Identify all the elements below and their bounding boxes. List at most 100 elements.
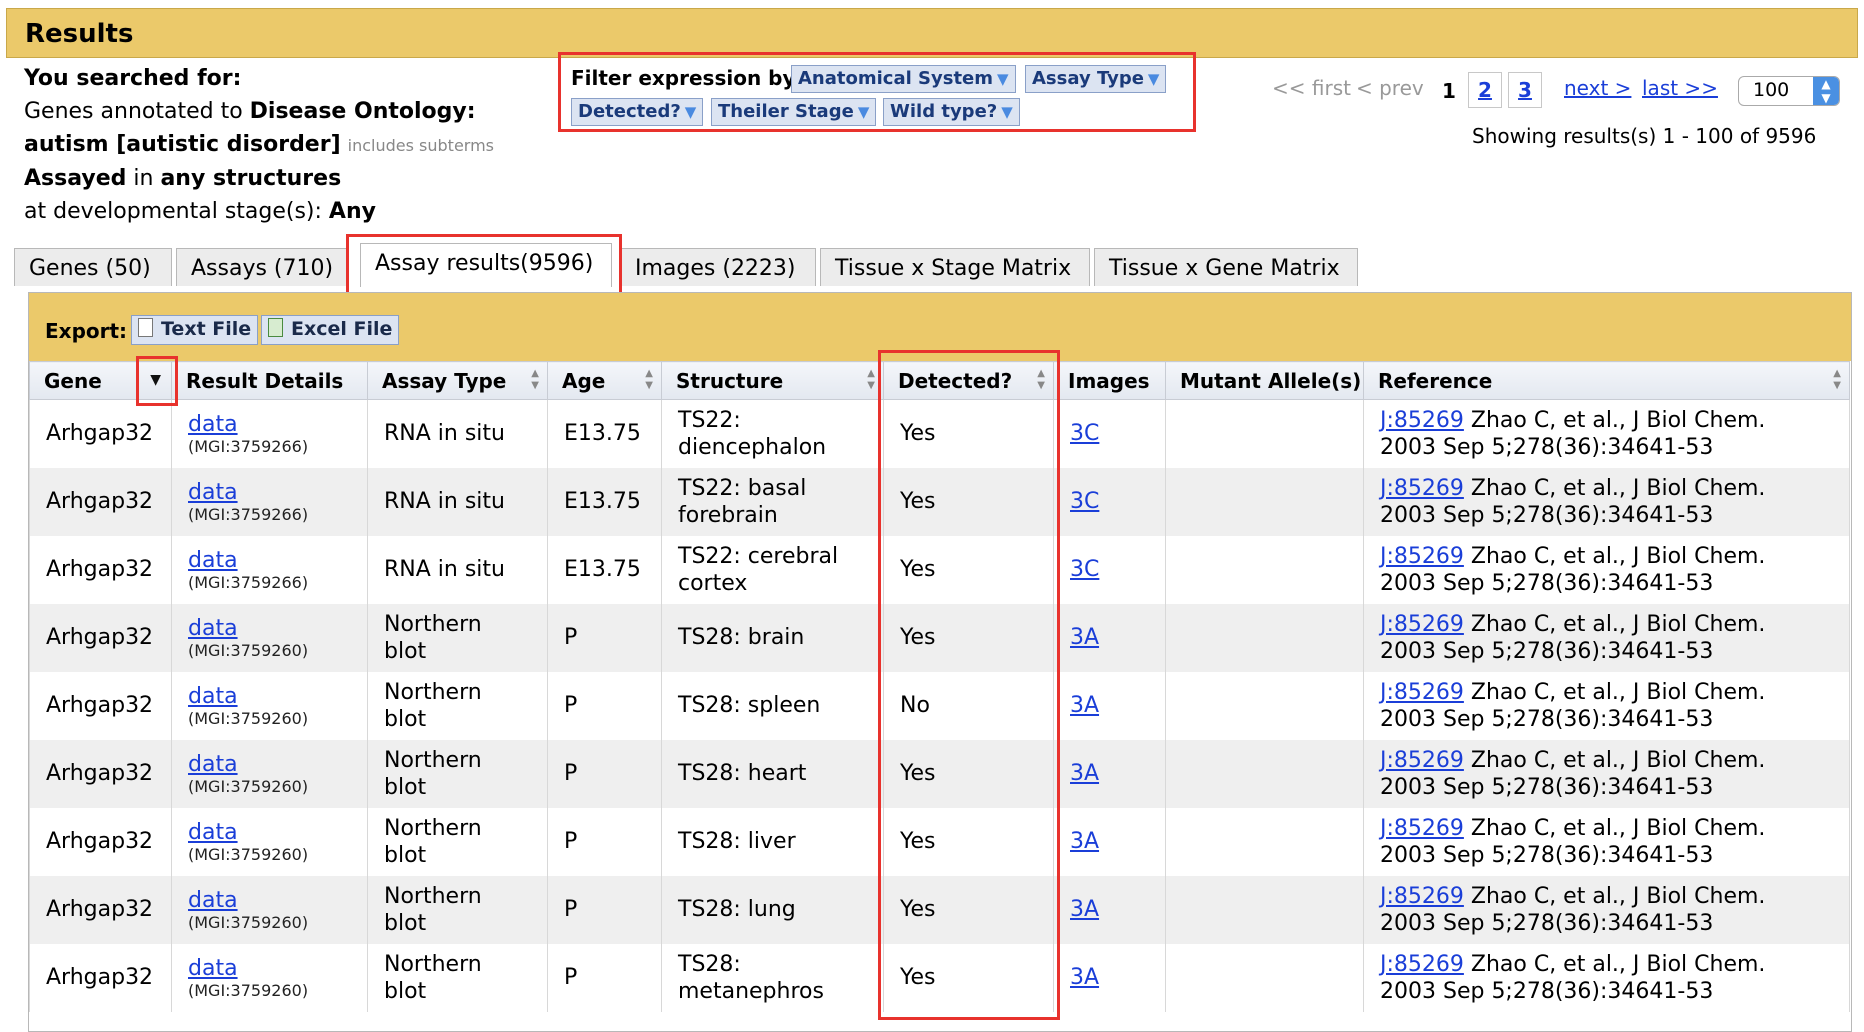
search-assayed: Assayed: [24, 166, 127, 191]
result-data-link[interactable]: data: [188, 820, 238, 845]
reference-citation-line2: 2003 Sep 5;278(36):34641-53: [1380, 842, 1714, 868]
reference-link[interactable]: J:85269: [1380, 476, 1464, 501]
export-excel-file-button[interactable]: Excel File: [261, 315, 400, 345]
structure-line1: TS28: heart: [678, 761, 807, 786]
cell-assay-type: Northern blot: [367, 875, 548, 944]
col-header-label: Result Details: [186, 368, 344, 393]
pager-prev[interactable]: < prev: [1356, 76, 1424, 100]
image-link[interactable]: 3C: [1070, 421, 1099, 446]
sort-icon[interactable]: ▲ ▼: [531, 368, 539, 392]
cell-images: 3C: [1053, 399, 1166, 468]
sort-icon[interactable]: ▲ ▼: [645, 368, 653, 392]
cell-images: 3A: [1053, 739, 1166, 808]
age-value: P: [564, 693, 578, 718]
cell-age: P: [547, 671, 662, 740]
image-link[interactable]: 3A: [1070, 625, 1099, 650]
reference-link[interactable]: J:85269: [1380, 612, 1464, 637]
cell-assay-type: Northern blot: [367, 739, 548, 808]
tab-assays[interactable]: Assays (710): [176, 248, 348, 286]
assay-type-line1: Northern: [384, 679, 482, 705]
assay-type-line1: Northern: [384, 883, 482, 909]
image-link[interactable]: 3A: [1070, 829, 1099, 854]
cell-assay-type: Northern blot: [367, 671, 548, 740]
filter-anatomical-system-button[interactable]: Anatomical System ▼: [791, 65, 1016, 93]
assay-type-line1: Northern: [384, 951, 482, 977]
cell-age: E13.75: [547, 399, 662, 468]
reference-link[interactable]: J:85269: [1380, 884, 1464, 909]
result-data-link[interactable]: data: [188, 412, 238, 437]
filter-icon: ▼: [857, 103, 870, 121]
cell-gene: Arhgap32: [29, 943, 172, 1012]
filter-wild-type-button[interactable]: Wild type? ▼: [883, 98, 1020, 126]
page-size-select[interactable]: 100 ▲ ▼: [1738, 76, 1840, 106]
structure-line1: TS28:: [678, 951, 741, 977]
cell-result-details: data (MGI:3759260): [171, 875, 368, 944]
image-link[interactable]: 3A: [1070, 693, 1099, 718]
sort-icon[interactable]: ▲ ▼: [1833, 368, 1841, 392]
pager-page-2[interactable]: 2: [1468, 72, 1502, 108]
tab-genes[interactable]: Genes (50): [14, 248, 172, 286]
result-data-link[interactable]: data: [188, 888, 238, 913]
reference-link[interactable]: J:85269: [1380, 408, 1464, 433]
cell-assay-type: Northern blot: [367, 603, 548, 672]
export-text-file-button[interactable]: Text File: [131, 315, 259, 345]
cell-result-details: data (MGI:3759260): [171, 603, 368, 672]
pager-last[interactable]: last >>: [1642, 76, 1718, 100]
reference-link[interactable]: J:85269: [1380, 952, 1464, 977]
col-header-label: Images: [1068, 368, 1150, 393]
col-header-age[interactable]: Age ▲ ▼: [547, 361, 662, 400]
tab-tissue-stage-matrix[interactable]: Tissue x Stage Matrix: [820, 248, 1090, 286]
pager-page-3[interactable]: 3: [1508, 72, 1542, 108]
col-header-structure[interactable]: Structure ▲ ▼: [661, 361, 884, 400]
cell-structure: TS28: liver: [661, 807, 884, 876]
search-term: autism [autistic disorder]: [24, 132, 341, 157]
reference-link[interactable]: J:85269: [1380, 816, 1464, 841]
col-header-assay-type[interactable]: Assay Type ▲ ▼: [367, 361, 548, 400]
results-header: Results: [6, 8, 1858, 58]
cell-structure: TS28: lung: [661, 875, 884, 944]
filter-button-label: Anatomical System: [798, 68, 994, 89]
tab-images[interactable]: Images (2223): [620, 248, 816, 286]
sort-icon[interactable]: ▲ ▼: [867, 368, 875, 392]
gene-symbol: Arhgap32: [46, 761, 154, 786]
cell-assay-type: Northern blot: [367, 943, 548, 1012]
image-link[interactable]: 3C: [1070, 489, 1099, 514]
result-data-link[interactable]: data: [188, 548, 238, 573]
age-value: E13.75: [564, 489, 641, 514]
assay-type-line2: blot: [384, 910, 427, 936]
age-value: E13.75: [564, 421, 641, 447]
result-data-link[interactable]: data: [188, 684, 238, 709]
image-link[interactable]: 3C: [1070, 557, 1099, 582]
filter-icon: ▼: [1147, 70, 1160, 88]
cell-images: 3A: [1053, 943, 1166, 1012]
result-data-link[interactable]: data: [188, 616, 238, 641]
reference-link[interactable]: J:85269: [1380, 680, 1464, 705]
filter-detected-button[interactable]: Detected? ▼: [571, 98, 704, 126]
cell-result-details: data (MGI:3759260): [171, 739, 368, 808]
cell-images: 3A: [1053, 875, 1166, 944]
reference-citation: Zhao C, et al., J Biol Chem.: [1463, 475, 1766, 501]
result-data-link[interactable]: data: [188, 752, 238, 777]
filter-theiler-stage-button[interactable]: Theiler Stage ▼: [711, 98, 877, 126]
cell-structure: TS28: brain: [661, 603, 884, 672]
age-value: P: [564, 965, 578, 990]
cell-mutant-alleles: [1165, 739, 1364, 808]
reference-link[interactable]: J:85269: [1380, 544, 1464, 569]
pager-next[interactable]: next >: [1564, 76, 1631, 100]
reference-link[interactable]: J:85269: [1380, 748, 1464, 773]
age-value: E13.75: [564, 557, 641, 582]
image-link[interactable]: 3A: [1070, 761, 1099, 786]
tab-tissue-gene-matrix[interactable]: Tissue x Gene Matrix: [1094, 248, 1358, 286]
assay-type-line2: blot: [384, 978, 427, 1004]
result-data-link[interactable]: data: [188, 480, 238, 505]
pager-first[interactable]: << first: [1272, 76, 1351, 100]
col-header-reference[interactable]: Reference ▲ ▼: [1363, 361, 1850, 400]
filter-assay-type-button[interactable]: Assay Type ▼: [1025, 65, 1167, 93]
result-data-link[interactable]: data: [188, 956, 238, 981]
reference-citation-line2: 2003 Sep 5;278(36):34641-53: [1380, 434, 1714, 460]
cell-gene: Arhgap32: [29, 535, 172, 604]
cell-assay-type: RNA in situ: [367, 467, 548, 536]
image-link[interactable]: 3A: [1070, 965, 1099, 990]
image-link[interactable]: 3A: [1070, 897, 1099, 922]
cell-age: P: [547, 603, 662, 672]
